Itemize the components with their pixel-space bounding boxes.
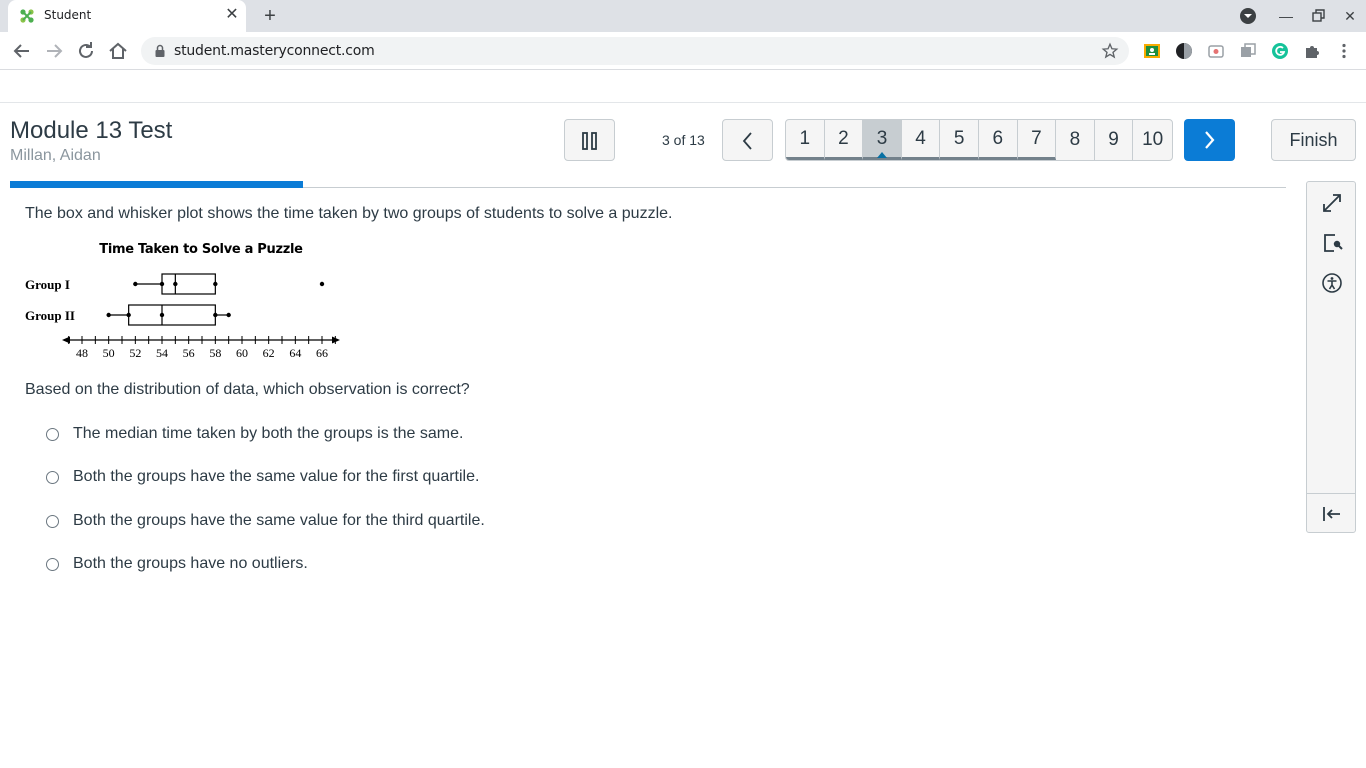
page-button-5[interactable]: 5: [940, 120, 979, 160]
tick-label: 52: [129, 346, 141, 360]
pause-button[interactable]: [564, 119, 615, 161]
question-progress-text: 3 of 13: [662, 132, 705, 148]
page-button-4[interactable]: 4: [901, 120, 941, 160]
radio-button[interactable]: [46, 557, 59, 571]
minimize-icon[interactable]: —: [1276, 6, 1296, 26]
choice-label: Both the groups have the same value for …: [73, 468, 480, 485]
category-label: Group I: [25, 277, 70, 292]
max-point: [226, 312, 231, 318]
extensions-puzzle-icon[interactable]: [1303, 42, 1321, 60]
choice-label: The median time taken by both the groups…: [73, 425, 464, 442]
chart-title: Time Taken to Solve a Puzzle: [99, 242, 303, 257]
tool-rail-divider: [1307, 493, 1355, 494]
google-classroom-extension-icon[interactable]: [1143, 42, 1161, 60]
median-point: [159, 312, 165, 318]
outlier-point: [319, 281, 325, 287]
browser-toolbar: student.masteryconnect.com: [0, 32, 1366, 70]
radio-button[interactable]: [46, 514, 59, 528]
bookmark-star-icon[interactable]: [1101, 42, 1119, 60]
tick-label: 48: [76, 346, 88, 360]
q1-point: [126, 312, 131, 318]
profile-dropdown-icon[interactable]: [1238, 6, 1258, 26]
page-button-10[interactable]: 10: [1133, 120, 1172, 160]
answer-choice-a[interactable]: The median time taken by both the groups…: [46, 423, 463, 445]
tick-label: 56: [183, 346, 195, 360]
axis-arrow-right: [332, 336, 340, 344]
chevron-left-icon: [742, 132, 752, 150]
page-button-8[interactable]: 8: [1056, 120, 1095, 160]
question-pager: 1 2 3 4 5 6 7 8 9 10: [785, 119, 1173, 161]
page-button-9[interactable]: 9: [1095, 120, 1134, 160]
tab-close-icon[interactable]: ✕: [223, 6, 241, 24]
min-point: [106, 312, 111, 318]
iqr-box: [161, 273, 216, 295]
page-button-2[interactable]: 2: [824, 120, 864, 160]
magnifier-document-icon[interactable]: [1320, 231, 1344, 255]
q1-point: [159, 281, 165, 287]
q3-point: [213, 281, 218, 287]
home-icon[interactable]: [106, 39, 130, 63]
browser-tab[interactable]: Student ✕: [8, 0, 246, 32]
page-button-6[interactable]: 6: [978, 120, 1018, 160]
close-window-icon[interactable]: ✕: [1340, 6, 1360, 26]
page-button-7[interactable]: 7: [1017, 120, 1057, 160]
iqr-box: [128, 304, 216, 326]
masteryconnect-favicon-icon: [20, 9, 34, 23]
tab-manager-extension-icon[interactable]: [1239, 42, 1257, 60]
grammarly-extension-icon[interactable]: [1271, 42, 1289, 60]
collapse-panel-icon[interactable]: [1320, 502, 1344, 526]
tool-rail: [1306, 181, 1356, 533]
new-tab-icon[interactable]: +: [259, 5, 281, 27]
answer-choice-d[interactable]: Both the groups have no outliers.: [46, 553, 308, 575]
browser-menu-icon[interactable]: [1335, 42, 1353, 60]
category-label: Group II: [25, 308, 75, 323]
tick-label: 64: [289, 346, 301, 360]
page-button-3[interactable]: 3: [863, 120, 902, 160]
answer-choice-c[interactable]: Both the groups have the same value for …: [46, 510, 485, 532]
url-text: student.masteryconnect.com: [174, 43, 375, 59]
choice-label: Both the groups have the same value for …: [73, 512, 485, 529]
finish-button[interactable]: Finish: [1271, 119, 1356, 161]
tick-label: 60: [236, 346, 248, 360]
chevron-right-icon: [1205, 131, 1215, 149]
assessment-header: Module 13 Test Millan, Aidan 3 of 13 123…: [0, 102, 1366, 182]
min-point: [133, 281, 138, 287]
choice-label: Both the groups have no outliers.: [73, 555, 308, 572]
question-text: The box and whisker plot shows the time …: [25, 205, 673, 222]
radio-button[interactable]: [46, 470, 59, 484]
forward-arrow-icon[interactable]: [42, 39, 66, 63]
progress-bar-fill: [10, 181, 303, 188]
q3-point: [213, 312, 218, 318]
median-point: [173, 281, 178, 287]
page-title: Module 13 Test: [10, 117, 173, 144]
pause-icon: [582, 132, 597, 150]
screenshot-extension-icon[interactable]: [1207, 42, 1225, 60]
accessibility-icon[interactable]: [1320, 271, 1344, 295]
answer-choice-b[interactable]: Both the groups have the same value for …: [46, 466, 479, 488]
tab-title: Student: [44, 8, 92, 22]
page-button-1[interactable]: 1: [786, 120, 825, 160]
address-bar[interactable]: student.masteryconnect.com: [141, 37, 1129, 65]
tick-label: 62: [263, 346, 275, 360]
tick-label: 50: [103, 346, 115, 360]
reload-icon[interactable]: [74, 39, 98, 63]
student-name: Millan, Aidan: [10, 147, 101, 164]
previous-question-button[interactable]: [722, 119, 773, 161]
question-prompt: Based on the distribution of data, which…: [25, 381, 470, 398]
back-arrow-icon[interactable]: [10, 39, 34, 63]
box-whisker-plot: Time Taken to Solve a Puzzle Group I Group…: [25, 242, 340, 360]
restore-icon[interactable]: [1308, 6, 1328, 26]
tick-label: 54: [156, 346, 168, 360]
lock-icon: [155, 44, 165, 57]
radio-button[interactable]: [46, 427, 59, 441]
browser-tab-bar: Student ✕ + — ✕: [0, 0, 1366, 32]
tick-label: 58: [209, 346, 221, 360]
next-question-button[interactable]: [1184, 119, 1235, 161]
expand-icon[interactable]: [1320, 191, 1344, 215]
tick-label: 66: [316, 346, 328, 360]
dark-mode-extension-icon[interactable]: [1175, 42, 1193, 60]
